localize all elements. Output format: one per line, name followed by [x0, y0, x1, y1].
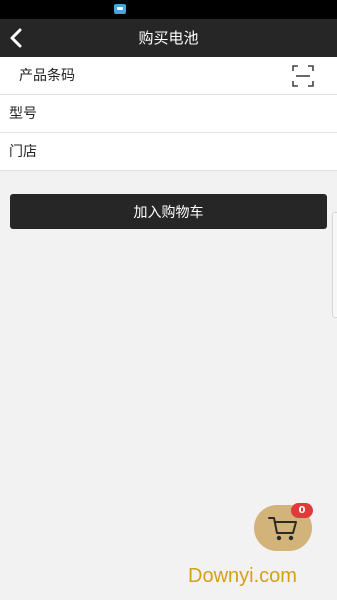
store-input[interactable] — [9, 133, 289, 170]
watermark-text: Downyi.com — [188, 565, 297, 587]
barcode-row — [0, 57, 337, 95]
scrollbar[interactable] — [332, 212, 337, 318]
battery-form — [0, 57, 337, 171]
model-input[interactable] — [9, 95, 289, 132]
model-row — [0, 95, 337, 133]
add-to-cart-button[interactable]: 加入购物车 — [10, 194, 327, 229]
store-row — [0, 133, 337, 171]
scan-button[interactable] — [292, 65, 314, 87]
status-bar — [0, 0, 337, 19]
nav-bar: 购买电池 — [0, 19, 337, 57]
cart-count-badge: 0 — [291, 503, 313, 518]
chevron-left-icon — [10, 28, 22, 48]
scan-frame-icon — [292, 65, 314, 87]
notification-app-icon — [114, 4, 126, 14]
page-title: 购买电池 — [138, 29, 199, 47]
shopping-cart-icon — [268, 517, 297, 541]
barcode-input[interactable] — [19, 57, 299, 94]
back-button[interactable] — [6, 25, 30, 51]
